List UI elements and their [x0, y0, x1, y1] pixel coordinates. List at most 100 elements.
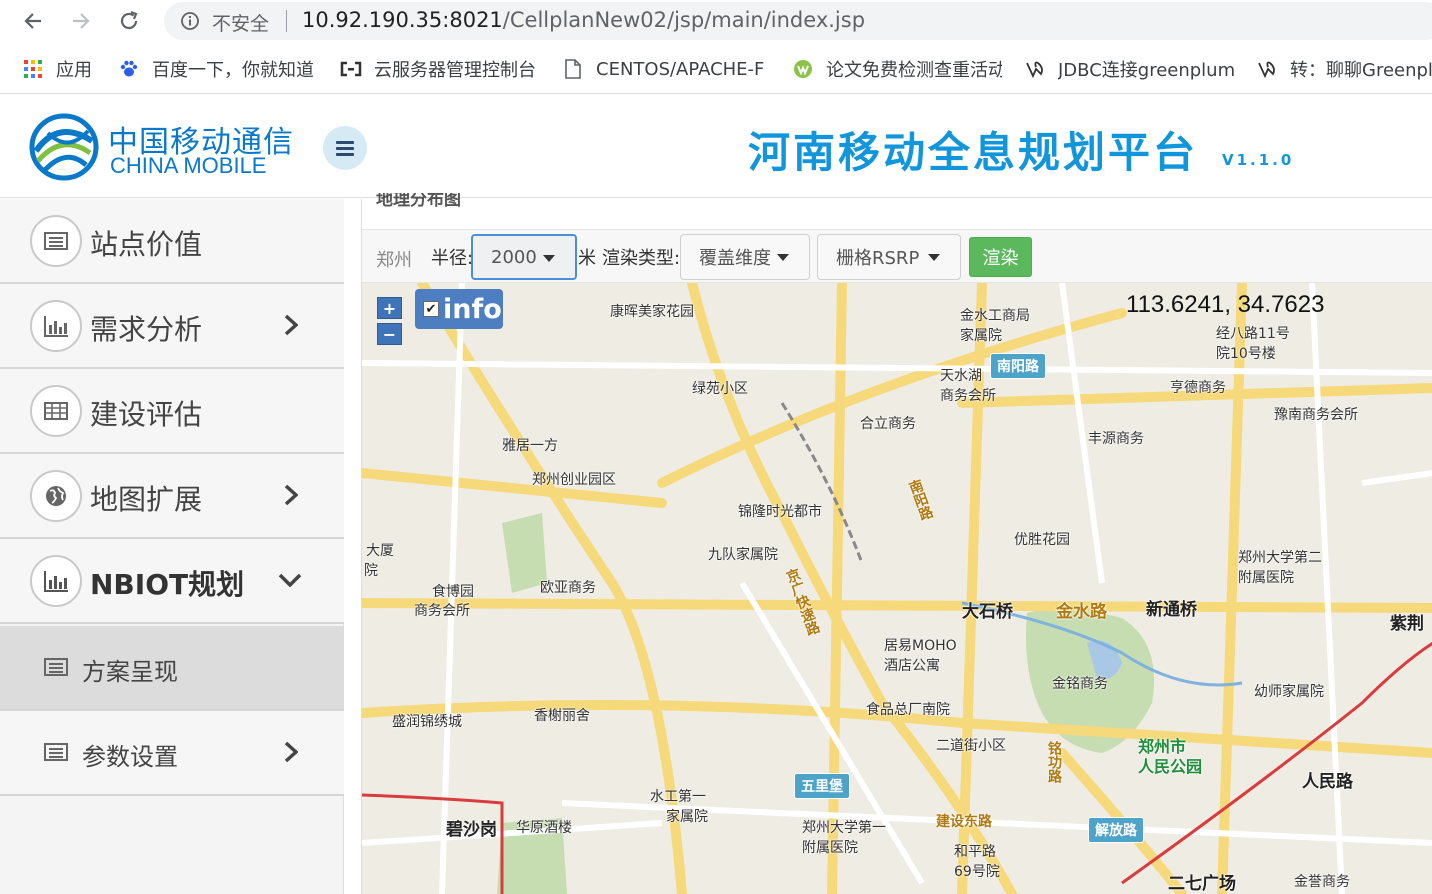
chevron-right-icon: [284, 314, 298, 336]
bookmark-baidu[interactable]: 百度一下，你就知道: [118, 56, 323, 82]
bookmark-centos[interactable]: CENTOS/APACHE-F: [562, 56, 772, 82]
sidebar-item-site-value[interactable]: 站点价值: [0, 199, 344, 284]
road-label: 紫荆: [1390, 614, 1424, 634]
sidebar-item-label: 需求分析: [90, 313, 203, 346]
sidebar-subitem-param-settings[interactable]: 参数设置: [0, 711, 344, 796]
back-button[interactable]: [18, 6, 48, 36]
road-badge: 南阳路: [990, 353, 1046, 379]
metric-select[interactable]: 栅格RSRP: [817, 234, 961, 280]
chevron-down-icon: [278, 573, 302, 587]
bookmark-site-icon: [1256, 58, 1278, 80]
map-tiles: [362, 283, 1432, 894]
chevron-right-icon: [284, 484, 298, 506]
render-button[interactable]: 渲染: [969, 237, 1032, 277]
forward-arrow-icon: [73, 13, 90, 29]
metric-value: 栅格RSRP: [836, 248, 920, 269]
bookmark-label: 转：聊聊Greenplum: [1290, 60, 1432, 81]
road-label: 人民路: [1302, 772, 1353, 792]
road-badge: 五里堡: [794, 773, 850, 799]
bar-chart-icon: [30, 555, 82, 607]
sidebar-toggle-button[interactable]: [323, 126, 367, 170]
list-icon: [30, 215, 82, 267]
map-label: 金水工商局: [960, 308, 1030, 324]
map-label: 附属医院: [1238, 570, 1294, 586]
map-label: 郑州大学第二: [1238, 550, 1322, 566]
map-label: 院: [364, 563, 378, 579]
app-header: 中国移动通信 CHINA MOBILE 河南移动全息规划平台 V1.1.0: [0, 95, 1432, 198]
map-label: 雅居一方: [502, 438, 558, 454]
info-label: info: [443, 293, 502, 325]
map-label: 二道街小区: [936, 738, 1006, 754]
document-icon: [562, 58, 584, 80]
map-label: 金铭商务: [1052, 676, 1108, 692]
sidebar-item-demand-analysis[interactable]: 需求分析: [0, 284, 344, 369]
sidebar-item-label: 建设评估: [90, 398, 203, 431]
security-status[interactable]: 不安全: [212, 9, 269, 36]
map-label: 绿苑小区: [692, 381, 748, 397]
bookmarks-bar: 应用 百度一下，你就知道 云服务器管理控制台 CENTOS/APACHE-F 论…: [0, 44, 1432, 94]
bookmark-label: JDBC连接greenplum: [1058, 60, 1234, 81]
map-label: 69号院: [954, 864, 1000, 880]
address-bar[interactable]: 不安全 10.92.190.35:8021/CellplanNew02/jsp/…: [164, 2, 1432, 40]
bookmark-paper-check[interactable]: 论文免费检测查重活动: [792, 56, 1002, 82]
map-label: 附属医院: [802, 840, 858, 856]
list-icon: [44, 743, 68, 761]
url-path: /CellplanNew02/jsp/main/index.jsp: [502, 8, 866, 32]
unit-label: 米: [578, 248, 596, 269]
radius-select[interactable]: 2000: [471, 234, 577, 280]
map-toolbar: 郑州 半径: 2000 米 渲染类型: 覆盖维度 栅格RSRP 渲染: [362, 229, 1432, 283]
map-label: 香榭丽舍: [534, 708, 590, 724]
reload-button[interactable]: [114, 6, 144, 36]
bookmark-jdbc[interactable]: JDBC连接greenplum: [1024, 56, 1234, 82]
info-circle-icon[interactable]: [180, 11, 200, 31]
caret-down-icon: [543, 255, 555, 262]
zoom-out-button[interactable]: −: [377, 323, 402, 345]
bookmark-apps[interactable]: 应用: [22, 56, 102, 82]
globe-icon: [30, 470, 82, 522]
chevron-right-icon: [284, 741, 298, 763]
park-label: 人民公园: [1138, 757, 1203, 776]
url-text[interactable]: 10.92.190.35:8021/CellplanNew02/jsp/main…: [302, 8, 865, 32]
map-label: 郑州大学第一: [802, 820, 886, 836]
sidebar-item-construction-eval[interactable]: 建设评估: [0, 369, 344, 454]
bookmark-greenplum[interactable]: 转：聊聊Greenplum: [1256, 56, 1432, 82]
back-arrow-icon: [24, 13, 41, 29]
map-label: 锦隆时光都市: [738, 504, 822, 520]
map-label: 康晖美家花园: [610, 304, 694, 320]
url-host: 10.92.190.35:8021: [302, 8, 503, 32]
bookmark-cloud-console[interactable]: 云服务器管理控制台: [340, 56, 545, 82]
render-type-label: 渲染类型:: [602, 248, 681, 269]
map-label: 优胜花园: [1014, 532, 1070, 548]
sidebar-item-map-extension[interactable]: 地图扩展: [0, 454, 344, 539]
bookmark-label: CENTOS/APACHE-F: [596, 58, 765, 80]
sidebar-item-label: 站点价值: [90, 228, 203, 261]
map-label: 食品总厂南院: [866, 702, 950, 718]
map-label: 九队家属院: [708, 547, 778, 563]
version-label: V1.1.0: [1222, 151, 1295, 169]
zoom-in-button[interactable]: +: [377, 297, 402, 319]
sidebar-item-nbiot-planning[interactable]: NBIOT规划: [0, 539, 344, 624]
map-view[interactable]: + − ✔ info 113.6241, 34.7623 康晖美家花园 金水工商…: [362, 283, 1432, 894]
render-type-select[interactable]: 覆盖维度: [680, 234, 810, 280]
map-label: 华原酒楼: [516, 820, 572, 836]
map-label: 合立商务: [860, 416, 916, 432]
bookmark-label: 百度一下，你就知道: [152, 60, 314, 81]
apps-grid-icon: [22, 58, 44, 80]
bookmark-label: 云服务器管理控制台: [374, 60, 536, 81]
logo-text-en: CHINA MOBILE: [110, 153, 267, 178]
forward-button[interactable]: [66, 6, 96, 36]
road-label: 二七广场: [1168, 874, 1236, 894]
road-label: 大石桥: [962, 602, 1013, 622]
table-icon: [30, 385, 82, 437]
road-label: 建设东路: [936, 814, 992, 830]
map-label: 欧亚商务: [540, 580, 596, 596]
map-label: 大厦: [366, 543, 394, 559]
checkbox-checked-icon[interactable]: ✔: [423, 301, 439, 317]
paper-check-icon: [792, 58, 814, 80]
map-label: 家属院: [960, 328, 1002, 344]
sidebar-subitem-plan-display[interactable]: 方案呈现: [0, 626, 344, 711]
caret-down-icon: [777, 254, 789, 261]
bookmark-label: 应用: [56, 60, 92, 81]
info-layer-toggle[interactable]: ✔ info: [415, 289, 503, 329]
map-label: 天水湖: [940, 368, 982, 384]
